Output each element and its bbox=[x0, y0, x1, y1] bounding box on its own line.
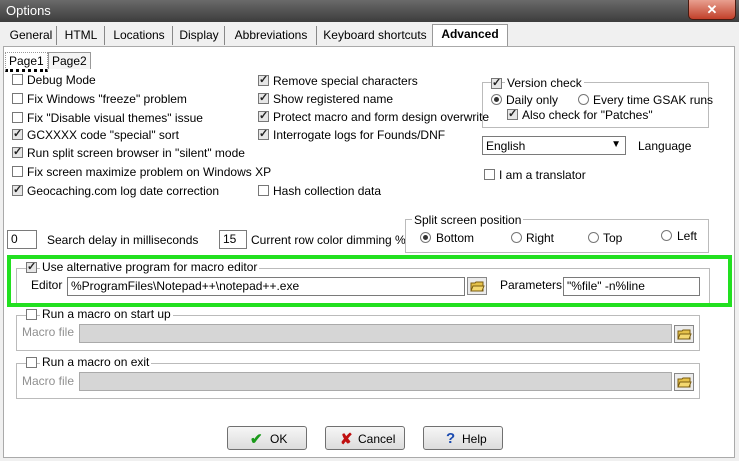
folder-open-icon bbox=[677, 377, 692, 388]
language-label: Language bbox=[638, 139, 692, 153]
subtab-page2[interactable]: Page2 bbox=[48, 52, 91, 69]
log-date-correction-label: Geocaching.com log date correction bbox=[27, 184, 220, 198]
show-registered-name-label: Show registered name bbox=[273, 92, 394, 106]
show-registered-name-checkbox[interactable] bbox=[258, 91, 269, 104]
cancel-button[interactable]: ✘ Cancel bbox=[325, 426, 405, 450]
cross-icon: ✘ bbox=[340, 431, 353, 448]
split-top-radio[interactable] bbox=[588, 232, 599, 243]
fix-maximize-checkbox[interactable] bbox=[12, 166, 23, 177]
options-window: Options ✕ General HTML Locations Display… bbox=[0, 0, 739, 461]
chevron-down-icon: ▼ bbox=[611, 139, 621, 150]
exit-macro-label: Run a macro on exit bbox=[40, 355, 152, 369]
startup-macro-file-label: Macro file bbox=[22, 325, 75, 339]
silent-mode-label: Run split screen browser in "silent" mod… bbox=[27, 146, 245, 160]
startup-browse-button[interactable] bbox=[674, 325, 694, 343]
split-bottom-label: Bottom bbox=[436, 231, 475, 245]
interrogate-logs-label: Interrogate logs for Founds/DNF bbox=[273, 128, 446, 142]
tab-locations[interactable]: Locations bbox=[106, 26, 173, 45]
debug-mode-label: Debug Mode bbox=[27, 73, 96, 87]
daily-only-radio[interactable] bbox=[491, 94, 502, 105]
startup-macro-checkbox[interactable] bbox=[26, 309, 37, 320]
window-title: Options bbox=[6, 3, 51, 18]
translator-label: I am a translator bbox=[499, 168, 586, 182]
split-right-radio[interactable] bbox=[511, 232, 522, 243]
log-date-correction-checkbox[interactable] bbox=[12, 183, 23, 196]
exit-macro-checkbox[interactable] bbox=[26, 357, 37, 368]
fix-visual-themes-label: Fix "Disable visual themes" issue bbox=[27, 111, 203, 125]
help-button[interactable]: ? Help bbox=[423, 426, 503, 450]
tab-abbreviations[interactable]: Abbreviations bbox=[226, 26, 317, 45]
main-tabs: General HTML Locations Display Abbreviat… bbox=[0, 24, 739, 47]
tab-general[interactable]: General bbox=[6, 26, 57, 45]
translator-checkbox[interactable] bbox=[484, 169, 495, 180]
search-delay-label: Search delay in milliseconds bbox=[47, 233, 199, 247]
tab-display[interactable]: Display bbox=[174, 26, 225, 45]
folder-open-icon bbox=[677, 329, 692, 340]
checkmark-icon: ✔ bbox=[250, 431, 263, 448]
fix-freeze-label: Fix Windows "freeze" problem bbox=[27, 92, 187, 106]
split-right-label: Right bbox=[526, 231, 555, 245]
hash-collection-label: Hash collection data bbox=[273, 184, 382, 198]
protect-macro-label: Protect macro and form design overwrite bbox=[273, 110, 490, 124]
split-screen-label: Split screen position bbox=[412, 213, 524, 227]
startup-macro-file-input[interactable] bbox=[79, 324, 672, 343]
exit-browse-button[interactable] bbox=[674, 373, 694, 391]
split-left-label: Left bbox=[677, 229, 698, 243]
tab-advanced[interactable]: Advanced bbox=[432, 24, 508, 47]
exit-macro-file-input[interactable] bbox=[79, 372, 672, 391]
protect-macro-checkbox[interactable] bbox=[258, 109, 269, 122]
split-bottom-radio[interactable] bbox=[420, 232, 431, 243]
tab-html[interactable]: HTML bbox=[58, 26, 105, 45]
language-value: English bbox=[486, 139, 526, 153]
title-bar[interactable]: Options ✕ bbox=[0, 0, 739, 22]
ok-button-label: OK bbox=[270, 432, 288, 446]
hash-collection-checkbox[interactable] bbox=[258, 185, 269, 196]
green-highlight-box bbox=[7, 255, 732, 307]
cancel-button-label: Cancel bbox=[358, 432, 396, 446]
gc-special-sort-checkbox[interactable] bbox=[12, 127, 23, 140]
dimming-label: Current row color dimming % bbox=[251, 233, 406, 247]
search-delay-input[interactable]: 0 bbox=[7, 230, 37, 249]
every-time-label: Every time GSAK runs bbox=[593, 93, 714, 107]
help-icon: ? bbox=[446, 430, 456, 447]
help-button-label: Help bbox=[462, 432, 487, 446]
exit-macro-file-label: Macro file bbox=[22, 374, 75, 388]
fix-maximize-label: Fix screen maximize problem on Windows X… bbox=[27, 165, 272, 179]
debug-mode-checkbox[interactable] bbox=[12, 74, 23, 85]
fix-visual-themes-checkbox[interactable] bbox=[12, 112, 23, 123]
interrogate-logs-checkbox[interactable] bbox=[258, 127, 269, 140]
close-icon: ✕ bbox=[706, 2, 718, 17]
version-check-checkbox[interactable] bbox=[491, 76, 502, 89]
gc-special-sort-label: GCXXXX code "special" sort bbox=[27, 128, 179, 142]
close-button[interactable]: ✕ bbox=[688, 0, 736, 20]
subtab-page1[interactable]: Page1 bbox=[5, 52, 48, 72]
remove-special-chars-checkbox[interactable] bbox=[258, 73, 269, 86]
fix-freeze-checkbox[interactable] bbox=[12, 93, 23, 104]
startup-macro-label: Run a macro on start up bbox=[40, 307, 173, 321]
silent-mode-checkbox[interactable] bbox=[12, 145, 23, 158]
language-select[interactable]: English ▼ bbox=[482, 136, 626, 155]
tab-keyboard-shortcuts[interactable]: Keyboard shortcuts bbox=[318, 26, 433, 45]
ok-button[interactable]: ✔ OK bbox=[227, 426, 307, 450]
remove-special-chars-label: Remove special characters bbox=[273, 74, 418, 88]
dimming-input[interactable]: 15 bbox=[219, 230, 247, 249]
check-patches-checkbox[interactable] bbox=[507, 107, 518, 120]
daily-only-label: Daily only bbox=[506, 93, 559, 107]
check-patches-label: Also check for "Patches" bbox=[522, 108, 653, 122]
split-top-label: Top bbox=[603, 231, 623, 245]
version-check-label: Version check bbox=[505, 76, 584, 90]
split-left-radio[interactable] bbox=[661, 230, 672, 241]
every-time-radio[interactable] bbox=[578, 94, 589, 105]
